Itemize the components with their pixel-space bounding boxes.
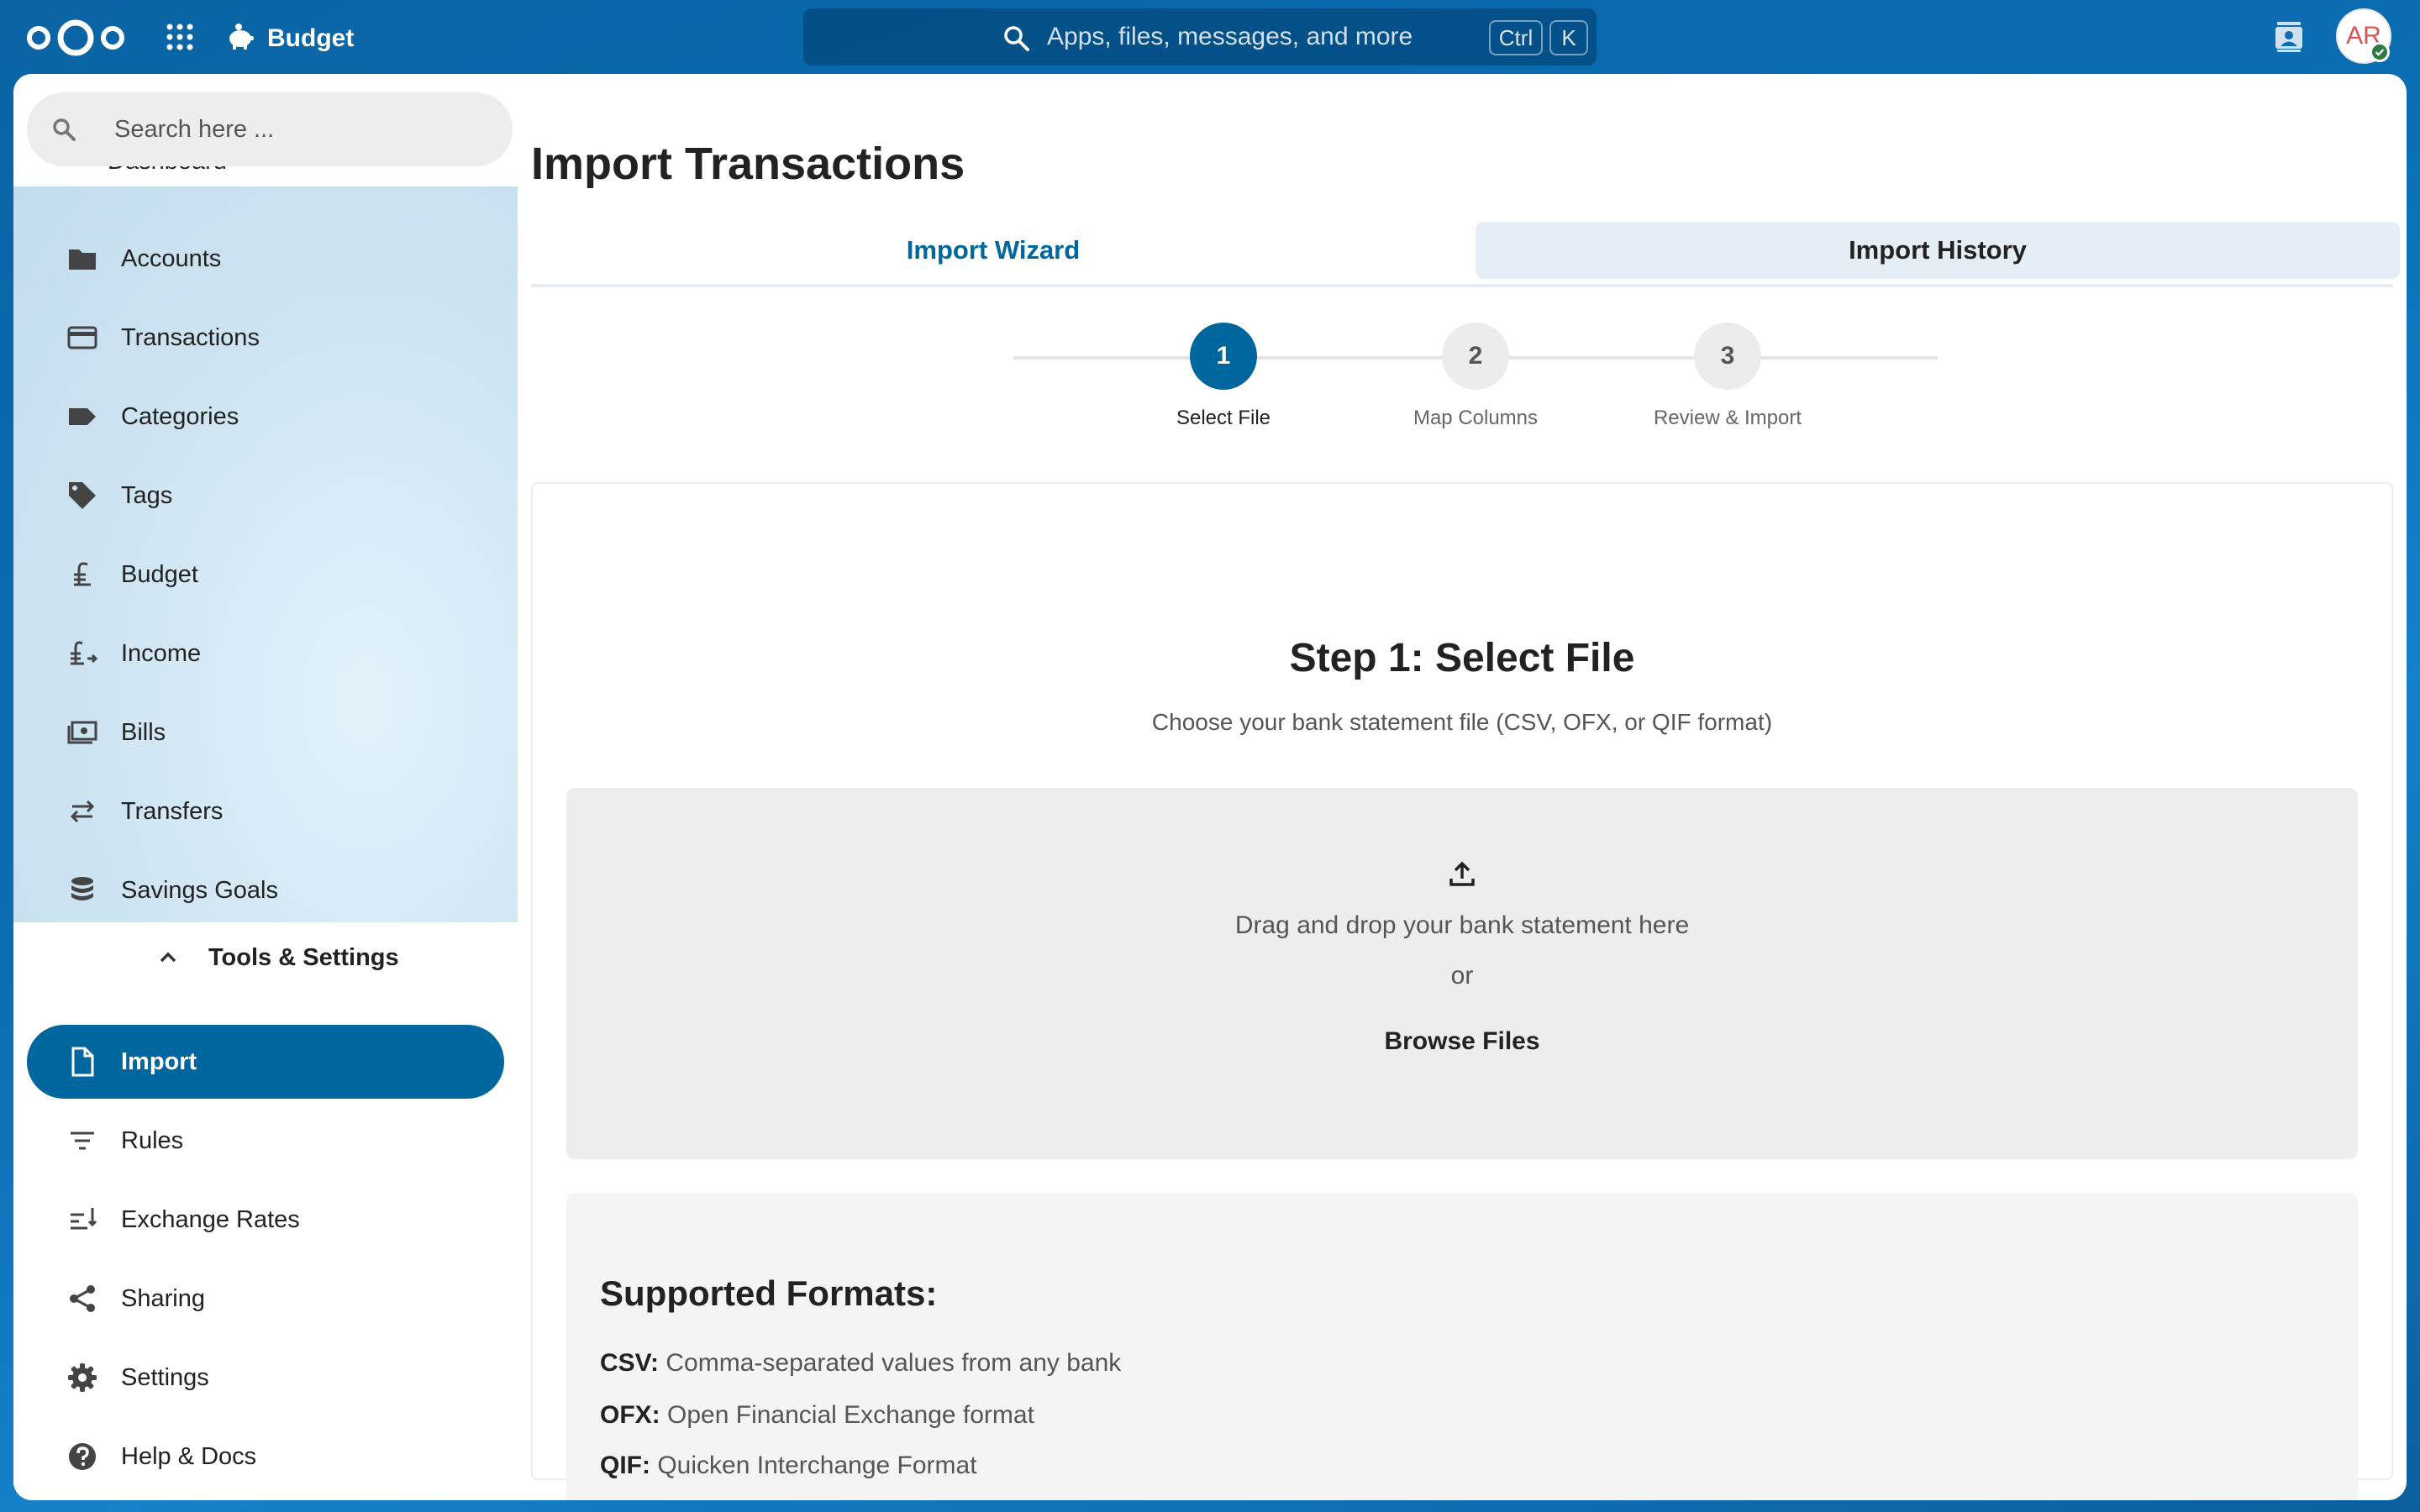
sidebar-item-import[interactable]: Import (27, 1025, 504, 1099)
sidebar-item-label: Sharing (121, 1285, 205, 1312)
gear-icon (68, 1363, 97, 1392)
help-icon (69, 1443, 96, 1470)
step-number: 1 (1190, 323, 1257, 390)
sidebar-item-help-docs[interactable]: Help & Docs (27, 1420, 518, 1494)
step-label: Select File (1176, 407, 1271, 429)
currency-plus-icon (71, 641, 97, 665)
sidebar-item-label: Rules (121, 1127, 184, 1154)
step-map-columns: 2 Map Columns (1366, 321, 1585, 438)
sidebar-item-savings-goals[interactable]: Savings Goals (27, 853, 518, 927)
sidebar-search-placeholder: Search here ... (114, 116, 275, 143)
sidebar-item-transfers[interactable]: Transfers (27, 774, 518, 848)
format-item: CSV: Comma-separated values from any ban… (600, 1346, 1121, 1381)
unified-search-placeholder: Apps, files, messages, and more (1047, 23, 1413, 50)
step-subtitle: Choose your bank statement file (CSV, OF… (1151, 709, 1773, 735)
sidebar-item-settings[interactable]: Settings (27, 1341, 518, 1415)
sidebar-item-label: Tags (121, 482, 173, 509)
sidebar-item-label: Import (121, 1048, 197, 1075)
sidebar-item-label: Help & Docs (121, 1443, 257, 1470)
app-name[interactable]: Budget (267, 22, 354, 55)
sidebar-item-budget[interactable]: Budget (27, 538, 518, 612)
online-status-icon (2370, 42, 2390, 62)
tag-icon (69, 482, 96, 509)
upload-icon (1449, 861, 1475, 886)
dropzone-or: or (1450, 962, 1474, 990)
format-description: Open Financial Exchange format (667, 1401, 1034, 1429)
format-name: CSV: (600, 1349, 660, 1377)
tab-import-wizard[interactable]: Import Wizard (531, 222, 1455, 279)
sidebar-item-label: Bills (121, 719, 166, 746)
shortcut-k-key: K (1549, 20, 1588, 55)
sidebar-item-tags[interactable]: Tags (27, 459, 518, 533)
tab-import-history[interactable]: Import History (1476, 222, 2400, 279)
top-bar: Budget Apps, files, messages, and more C… (0, 0, 2420, 74)
tools-settings-section-toggle[interactable]: Tools & Settings (13, 924, 518, 991)
tabs-divider (531, 284, 2393, 287)
sidebar-item-label: Savings Goals (121, 877, 278, 904)
sidebar-item-label: Accounts (121, 245, 222, 272)
sidebar-item-label: Settings (121, 1364, 209, 1391)
step-select-file: 1 Select File (1114, 321, 1333, 438)
database-icon (71, 877, 93, 900)
label-icon (69, 408, 96, 425)
step-number: 3 (1694, 323, 1761, 390)
chevron-up-icon (160, 952, 176, 963)
page-title: Import Transactions (531, 139, 965, 189)
sidebar-item-label: Exchange Rates (121, 1206, 300, 1233)
format-item: QIF: Quicken Interchange Format (600, 1448, 977, 1483)
share-icon (70, 1285, 95, 1312)
cash-icon (67, 721, 97, 744)
sidebar-item-label: Categories (121, 403, 239, 430)
step-label: Map Columns (1413, 407, 1539, 429)
sidebar-item-bills[interactable]: Bills (27, 696, 518, 769)
sidebar-item-categories[interactable]: Categories (27, 380, 518, 454)
file-dropzone[interactable]: Drag and drop your bank statement here o… (566, 788, 2358, 1159)
sidebar-item-income[interactable]: Income (27, 617, 518, 690)
sidebar-item-label: Transactions (121, 324, 260, 351)
unified-search-bar[interactable]: Apps, files, messages, and more Ctrl K (803, 8, 1597, 66)
step-title: Step 1: Select File (1289, 636, 1635, 680)
currency-icon (74, 562, 91, 586)
app-menu-grid-icon[interactable] (165, 22, 195, 52)
piggy-bank-icon[interactable] (225, 22, 255, 52)
file-icon (71, 1047, 94, 1077)
sidebar-item-dashboard[interactable]: Dashboard (108, 166, 360, 186)
sidebar-item-exchange-rates[interactable]: Exchange Rates (27, 1183, 518, 1257)
section-header-label: Tools & Settings (208, 944, 399, 971)
format-name: QIF: (600, 1452, 650, 1479)
format-description: Quicken Interchange Format (657, 1452, 977, 1479)
format-item: OFX: Open Financial Exchange format (600, 1398, 1034, 1433)
swap-icon (70, 800, 95, 823)
sidebar-item-label: Income (121, 640, 202, 667)
app-window: Search here ... Dashboard Accounts Trans… (13, 74, 2407, 1500)
search-icon (53, 118, 76, 141)
sidebar-item-sharing[interactable]: Sharing (27, 1262, 518, 1336)
format-description: Comma-separated values from any bank (666, 1349, 1122, 1377)
contacts-icon[interactable] (2272, 20, 2306, 54)
supported-formats-title: Supported Formats: (600, 1273, 938, 1313)
sidebar-item-label: Budget (121, 561, 198, 588)
step-review-import: 3 Review & Import (1618, 321, 1837, 438)
browse-files-button[interactable]: Browse Files (1328, 1016, 1597, 1067)
filter-icon (71, 1131, 94, 1150)
app-navigation: Search here ... Dashboard Accounts Trans… (13, 74, 518, 1500)
import-tabs: Import Wizard Import History (531, 222, 2400, 286)
dropzone-text: Drag and drop your bank statement here (1234, 911, 1690, 939)
exchange-icon (71, 1208, 97, 1230)
sidebar-item-label: Transfers (121, 798, 224, 825)
sidebar-search-input[interactable]: Search here ... (27, 92, 513, 166)
supported-formats-panel: Supported Formats: CSV: Comma-separated … (566, 1193, 2358, 1500)
shortcut-ctrl-key: Ctrl (1489, 20, 1543, 55)
sidebar-item-transactions[interactable]: Transactions (27, 301, 518, 375)
credit-card-icon (67, 326, 97, 349)
step-label: Review & Import (1653, 407, 1802, 429)
nextcloud-logo-icon[interactable] (24, 17, 128, 59)
sidebar-item-rules[interactable]: Rules (27, 1104, 518, 1178)
import-stepper: 1 Select File 2 Map Columns 3 Review & I… (997, 321, 1946, 438)
format-name: OFX: (600, 1401, 660, 1429)
step-number: 2 (1442, 323, 1509, 390)
search-icon (1004, 26, 1029, 51)
folder-icon (69, 249, 96, 270)
sidebar-item-accounts[interactable]: Accounts (27, 222, 518, 296)
